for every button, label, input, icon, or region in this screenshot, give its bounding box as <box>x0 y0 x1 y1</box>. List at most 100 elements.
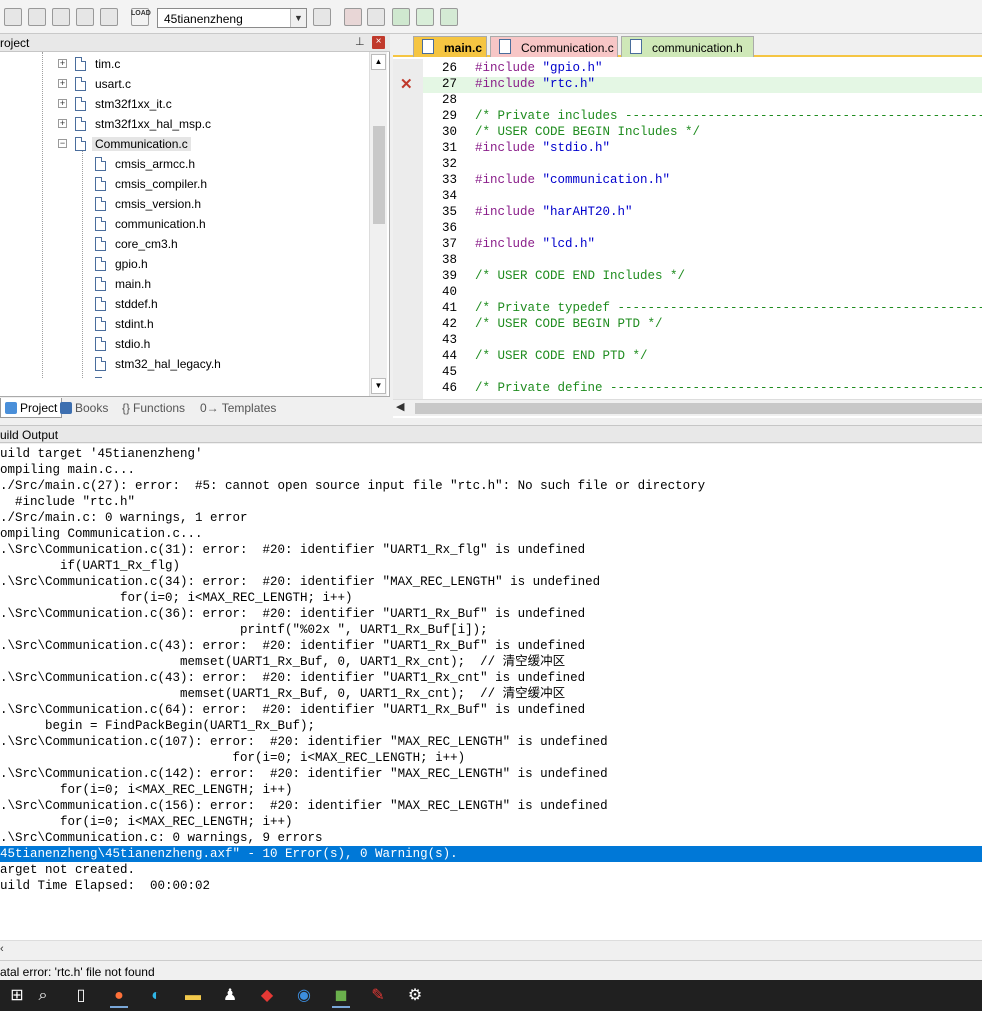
tree-item[interactable]: stdint.h <box>0 314 369 334</box>
build-output-line: begin = FindPackBegin(UART1_Rx_Buf); <box>0 719 316 733</box>
target-options-icon[interactable] <box>313 8 331 26</box>
expand-icon[interactable]: + <box>58 119 67 128</box>
tree-item[interactable]: cmsis_version.h <box>0 194 369 214</box>
settings-icon[interactable]: ⚙ <box>398 983 432 1008</box>
project-pane-header: roject ⊥ × <box>0 34 390 52</box>
file-icon <box>95 217 106 231</box>
editor-tab-main-c[interactable]: main.c <box>413 36 487 57</box>
file-extensions-icon[interactable] <box>52 8 70 26</box>
scroll-down-icon[interactable]: ▼ <box>371 378 386 394</box>
file-icon <box>95 277 106 291</box>
firefox-icon[interactable]: ● <box>102 983 136 1008</box>
manage-project-icon[interactable] <box>4 8 22 26</box>
file-icon <box>75 57 86 71</box>
editor-tab-label: Communication.c <box>521 41 614 55</box>
expand-icon[interactable]: + <box>58 59 67 68</box>
build-output-line: arget not created. <box>0 863 136 877</box>
manage-runtime-icon[interactable] <box>100 8 118 26</box>
line-number: 37 <box>441 237 457 251</box>
scroll-thumb[interactable] <box>373 126 385 224</box>
scroll-thumb[interactable] <box>415 403 982 414</box>
tree-item[interactable]: main.h <box>0 274 369 294</box>
tab-icon <box>60 402 72 414</box>
qq-icon[interactable]: ♟ <box>213 983 247 1008</box>
tab-templates[interactable]: 0→ Templates <box>196 398 280 418</box>
keil-uvision-icon[interactable]: ◼ <box>324 983 358 1008</box>
file-icon[interactable]: ▯ <box>64 983 98 1008</box>
tree-item[interactable]: cmsis_armcc.h <box>0 154 369 174</box>
close-icon[interactable]: × <box>372 36 385 49</box>
tree-item-label: usart.c <box>95 77 132 91</box>
tree-item[interactable]: cmsis_compiler.h <box>0 174 369 194</box>
tree-item-label: stdio.h <box>115 337 151 351</box>
rebuild-icon[interactable] <box>367 8 385 26</box>
scroll-left-icon[interactable]: ‹ <box>0 943 4 955</box>
tree-item[interactable]: stm32_hal_legacy.h <box>0 354 369 374</box>
tree-item[interactable]: communication.h <box>0 214 369 234</box>
tab-prefix-icon: 0→ <box>200 401 219 415</box>
preprocessor-keyword: #include <box>475 141 536 155</box>
feishu-icon[interactable]: ◉ <box>287 983 321 1008</box>
pack-installer-icon[interactable] <box>76 8 94 26</box>
tree-item[interactable]: + tim.c <box>0 54 369 74</box>
build-output[interactable]: uild target '45tianenzheng' ompiling main… <box>0 444 982 940</box>
tree-item[interactable]: core_cm3.h <box>0 234 369 254</box>
tree-item-label: main.h <box>115 277 152 291</box>
editor-tabs: main.c Communication.c communication.h <box>393 34 982 57</box>
target-select[interactable]: 45tianenzheng ▼ <box>157 8 307 28</box>
line-number: 44 <box>441 349 457 363</box>
build-output-line: uild target '45tianenzheng' <box>0 447 203 461</box>
editor-tab-communication-h[interactable]: communication.h <box>621 36 754 57</box>
batch-build-icon[interactable] <box>392 8 410 26</box>
tree-item[interactable]: + stm32f1xx_hal_msp.c <box>0 114 369 134</box>
search-icon[interactable]: ⌕ <box>26 983 60 1008</box>
tree-item[interactable]: stddef.h <box>0 294 369 314</box>
line-number: 39 <box>441 269 457 283</box>
debug-icon[interactable] <box>440 8 458 26</box>
file-explorer-icon[interactable]: ▬ <box>176 983 210 1008</box>
tab-label: Functions <box>133 401 186 415</box>
editor-horizontal-scrollbar[interactable]: ◀ <box>393 399 982 416</box>
editor-tab-communication-c[interactable]: Communication.c <box>490 36 618 57</box>
collapse-icon[interactable]: − <box>58 139 67 148</box>
select-device-icon[interactable] <box>28 8 46 26</box>
build-horizontal-scrollbar[interactable]: ‹ <box>0 940 982 960</box>
chevron-down-icon[interactable]: ▼ <box>290 9 306 27</box>
app-tool-icon[interactable]: ✎ <box>361 983 395 1008</box>
tree-item[interactable]: − Communication.c <box>0 134 369 154</box>
tree-item[interactable]: + stm32f1xx_it.c <box>0 94 369 114</box>
toolbar: LOAD 45tianenzheng ▼ <box>0 0 982 34</box>
code-line: /* Private typedef ---------------------… <box>475 301 982 315</box>
tab-functions[interactable]: {} Functions <box>118 398 189 418</box>
pin-icon[interactable]: ⊥ <box>355 35 365 48</box>
file-icon <box>499 39 511 54</box>
tree-item-label: cmsis_version.h <box>115 197 202 211</box>
project-tabs: Project Books {} Functions 0→ Templates <box>0 396 390 418</box>
build-output-line: for(i=0; i<MAX_REC_LENGTH; i++) <box>0 591 353 605</box>
scroll-up-icon[interactable]: ▲ <box>371 54 386 70</box>
scroll-left-icon[interactable]: ◀ <box>396 400 404 413</box>
tab-project[interactable]: Project <box>0 398 63 418</box>
tree-item[interactable]: + usart.c <box>0 74 369 94</box>
build-output-line: uild Time Elapsed: 00:00:02 <box>0 879 211 893</box>
line-number: 43 <box>441 333 457 347</box>
tab-books[interactable]: Books <box>56 398 112 418</box>
expand-icon[interactable]: + <box>58 79 67 88</box>
tree-item-label: communication.h <box>115 217 206 231</box>
build-output-line: for(i=0; i<MAX_REC_LENGTH; i++) <box>0 783 293 797</box>
tree-item[interactable]: gpio.h <box>0 254 369 274</box>
tree-item[interactable]: stdio.h <box>0 334 369 354</box>
target-select-value: 45tianenzheng <box>164 12 243 26</box>
tree-item[interactable]: stm32f103xe.h <box>0 374 369 378</box>
tree-item-label: Communication.c <box>92 137 191 151</box>
edge-icon[interactable]: ◐ <box>139 983 173 1008</box>
project-pane-title: roject <box>0 36 30 50</box>
expand-icon[interactable]: + <box>58 99 67 108</box>
tree-scrollbar[interactable]: ▲ ▼ <box>369 52 387 396</box>
build-icon[interactable] <box>344 8 362 26</box>
tab-icon <box>5 402 17 414</box>
app-diamond-icon[interactable]: ◆ <box>250 983 284 1008</box>
code-editor[interactable]: 26 #include "gpio.h" ✕ 27 #include "rtc.h" 28… <box>393 59 982 399</box>
download-icon[interactable] <box>416 8 434 26</box>
file-icon <box>95 317 106 331</box>
